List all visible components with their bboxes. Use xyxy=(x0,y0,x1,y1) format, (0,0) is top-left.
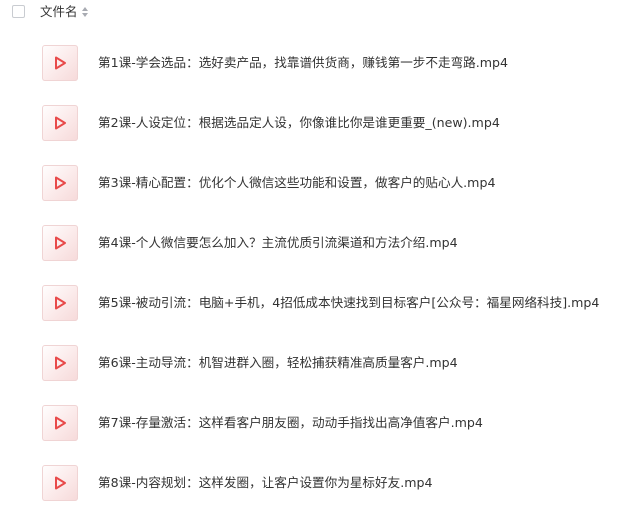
file-row[interactable]: 第4课-个人微信要怎么加入？主流优质引流渠道和方法介绍.mp4 xyxy=(0,212,630,272)
file-row[interactable]: 第6课-主动导流：机智进群入圈，轻松捕获精准高质量客户.mp4 xyxy=(0,332,630,392)
video-file-icon xyxy=(42,165,78,201)
video-file-icon xyxy=(42,465,78,501)
file-row[interactable]: 第3课-精心配置：优化个人微信这些功能和设置，做客户的贴心人.mp4 xyxy=(0,152,630,212)
file-name[interactable]: 第7课-存量激活：这样看客户朋友圈，动动手指找出高净值客户.mp4 xyxy=(98,415,483,431)
select-all-checkbox[interactable] xyxy=(12,5,25,18)
video-file-icon xyxy=(42,105,78,141)
sort-icon[interactable] xyxy=(81,6,89,18)
file-row[interactable]: 第5课-被动引流：电脑+手机，4招低成本快速找到目标客户[公众号：福星网络科技]… xyxy=(0,272,630,332)
file-row[interactable]: 第8课-内容规划：这样发圈，让客户设置你为星标好友.mp4 xyxy=(0,452,630,512)
video-file-icon xyxy=(42,345,78,381)
file-name[interactable]: 第5课-被动引流：电脑+手机，4招低成本快速找到目标客户[公众号：福星网络科技]… xyxy=(98,295,599,311)
column-header-label: 文件名 xyxy=(40,4,78,19)
file-list-header: 文件名 xyxy=(0,0,630,28)
video-file-icon xyxy=(42,285,78,321)
file-row[interactable]: 第2课-人设定位：根据选品定人设，你像谁比你是谁更重要_(new).mp4 xyxy=(0,92,630,152)
file-name[interactable]: 第4课-个人微信要怎么加入？主流优质引流渠道和方法介绍.mp4 xyxy=(98,235,458,251)
file-row[interactable]: 第7课-存量激活：这样看客户朋友圈，动动手指找出高净值客户.mp4 xyxy=(0,392,630,452)
file-name[interactable]: 第3课-精心配置：优化个人微信这些功能和设置，做客户的贴心人.mp4 xyxy=(98,175,495,191)
file-name[interactable]: 第2课-人设定位：根据选品定人设，你像谁比你是谁更重要_(new).mp4 xyxy=(98,115,500,131)
file-row[interactable]: 第1课-学会选品：选好卖产品，找靠谱供货商，赚钱第一步不走弯路.mp4 xyxy=(0,32,630,92)
column-header-filename[interactable]: 文件名 xyxy=(40,4,89,20)
file-name[interactable]: 第1课-学会选品：选好卖产品，找靠谱供货商，赚钱第一步不走弯路.mp4 xyxy=(98,55,508,71)
video-file-icon xyxy=(42,45,78,81)
video-file-icon xyxy=(42,225,78,261)
file-name[interactable]: 第8课-内容规划：这样发圈，让客户设置你为星标好友.mp4 xyxy=(98,475,433,491)
video-file-icon xyxy=(42,405,78,441)
file-name[interactable]: 第6课-主动导流：机智进群入圈，轻松捕获精准高质量客户.mp4 xyxy=(98,355,458,371)
